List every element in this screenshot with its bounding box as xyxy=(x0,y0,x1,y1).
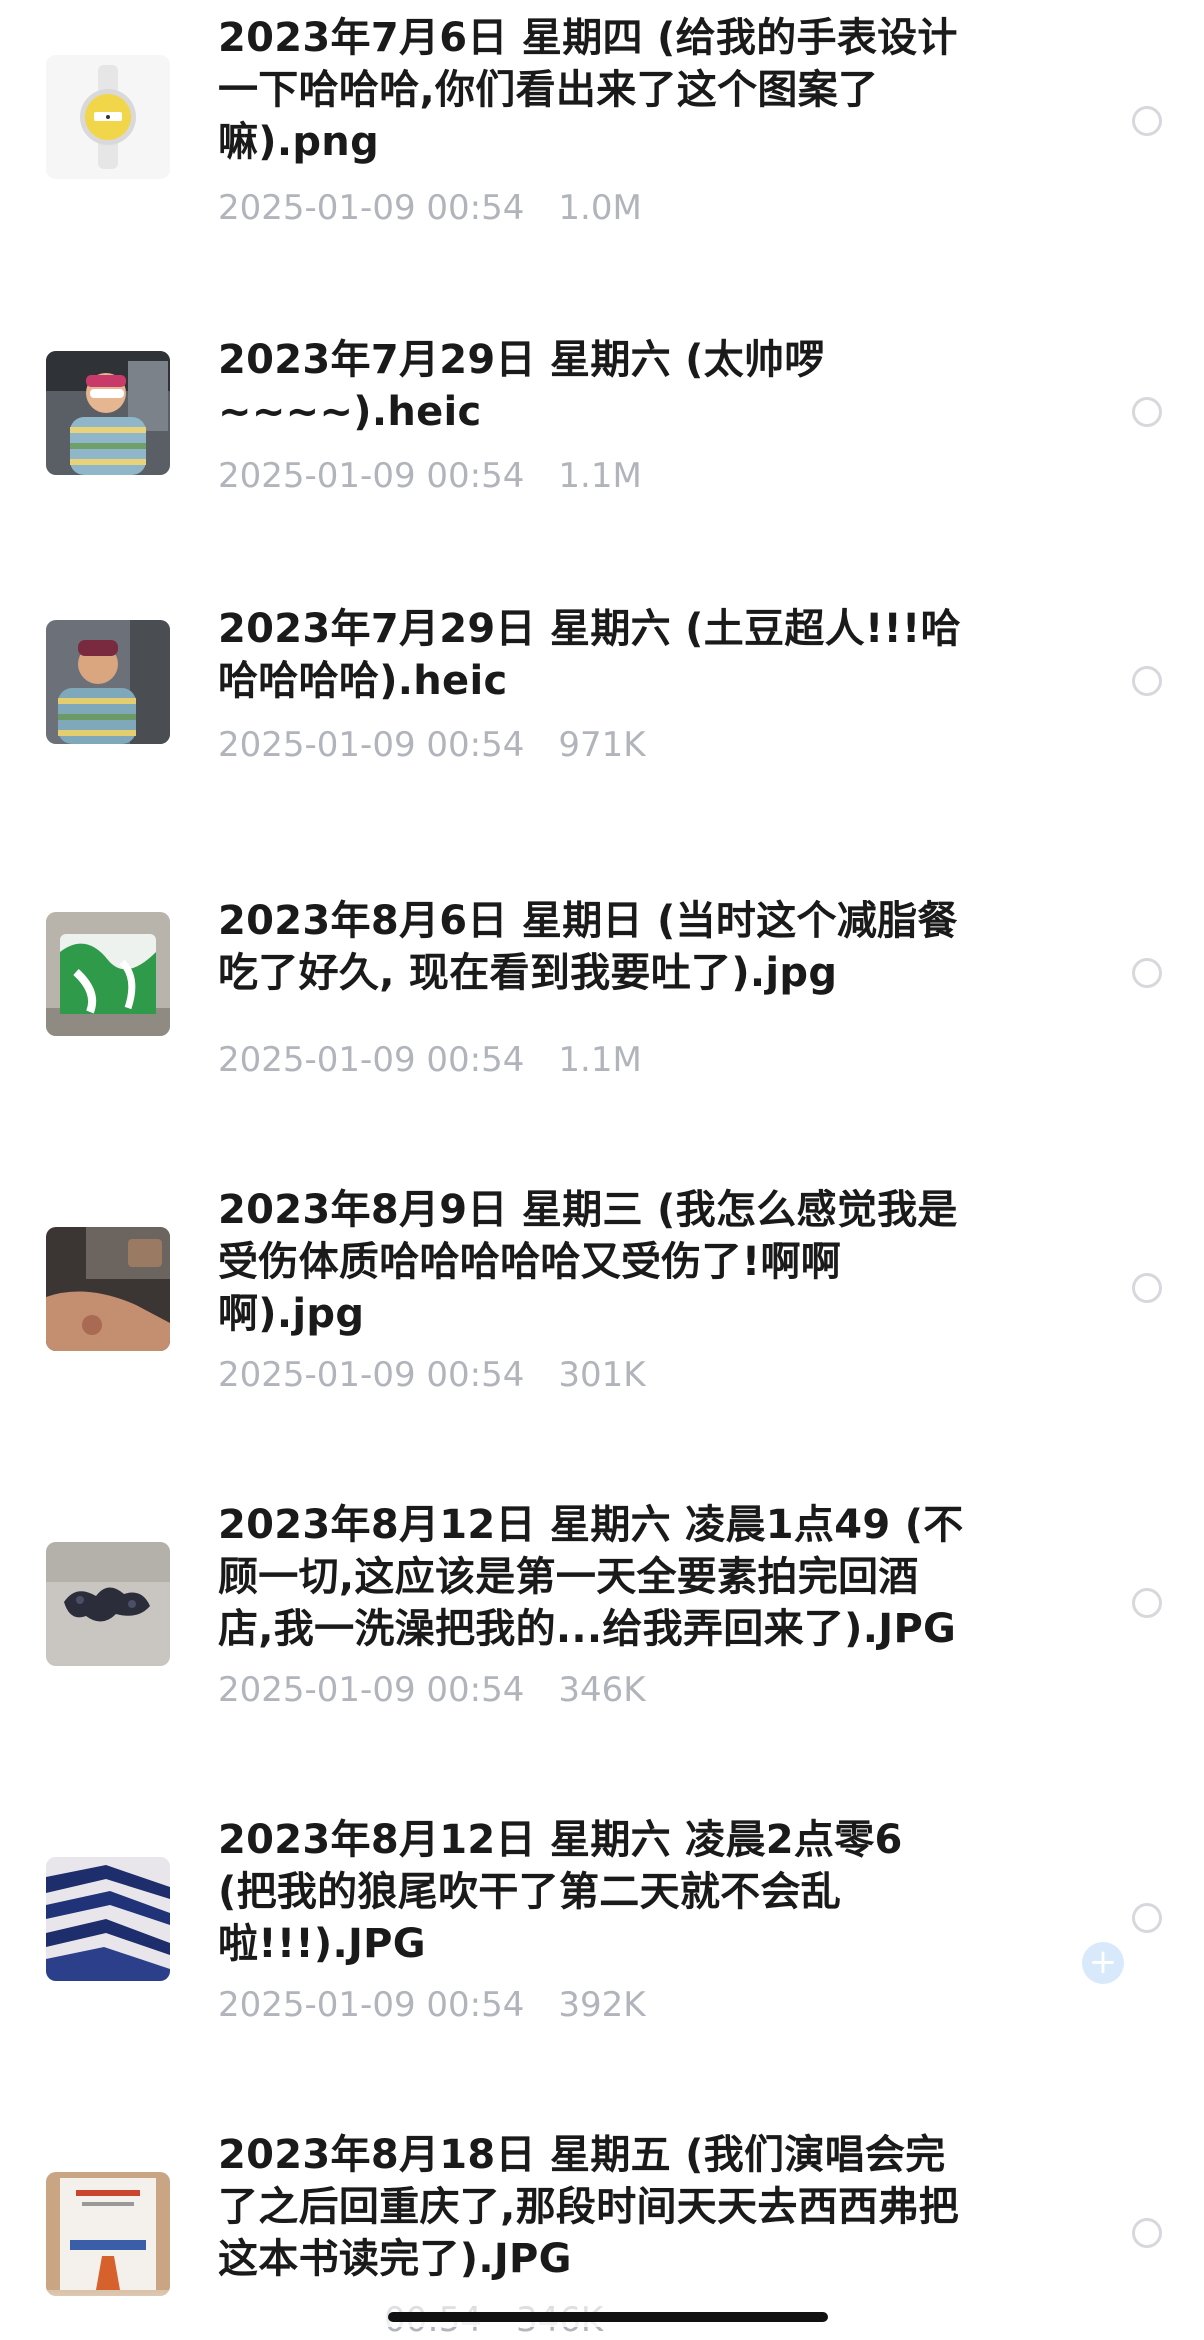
file-size: 971K xyxy=(558,725,646,765)
select-radio[interactable] xyxy=(1132,1903,1162,1933)
thumbnail-arm xyxy=(46,1227,170,1351)
file-name: 2023年8月6日 星期日 (当时这个减脂餐 吃了好久, 现在看到我要吐了).j… xyxy=(218,898,958,996)
file-date: 2025-01-09 00:54 xyxy=(218,1355,525,1395)
select-radio[interactable] xyxy=(1132,106,1162,136)
file-name: 2023年7月29日 星期六 (土豆超人!!!哈 哈哈哈哈).heic xyxy=(218,606,961,704)
file-size: 1.1M xyxy=(558,1040,642,1080)
thumbnail-dark-object xyxy=(46,1542,170,1666)
file-meta: 2025-01-09 00:54 1.1M xyxy=(218,1040,642,1080)
file-meta: 2025-01-09 00:54 301K xyxy=(218,1355,646,1395)
file-name: 2023年7月29日 星期六 (太帅啰 ~~~~).heic xyxy=(218,337,825,435)
file-date: 2025-01-09 00:54 xyxy=(218,1040,525,1080)
file-name: 2023年8月18日 星期五 (我们演唱会完 了之后回重庆了,那段时间天天去西西… xyxy=(218,2132,959,2282)
file-meta: 2025-01-09 00:54 346K xyxy=(218,1670,646,1710)
file-size: 392K xyxy=(558,1985,646,2025)
thumbnail-person-sunglasses xyxy=(46,351,170,475)
file-name: 2023年8月12日 星期六 凌晨1点49 (不 顾一切,这应该是第一天全要素拍… xyxy=(218,1502,964,1652)
file-name: 2023年8月12日 星期六 凌晨2点零6 (把我的狼尾吹干了第二天就不会乱 啦… xyxy=(218,1817,903,1967)
select-radio[interactable] xyxy=(1132,666,1162,696)
file-size: 1.0M xyxy=(558,188,642,228)
file-meta: 2025-01-09 00:54 1.1M xyxy=(218,456,642,496)
thumbnail-person-striped xyxy=(46,620,170,744)
file-date: 2025-01-09 00:54 xyxy=(218,1985,525,2025)
file-date: 2025-01-09 00:54 xyxy=(218,725,525,765)
thumbnail-blue-hair xyxy=(46,1857,170,1981)
file-list: 2023年7月6日 星期四 (给我的手表设计 一下哈哈哈,你们看出来了这个图案了… xyxy=(0,0,1204,2340)
file-meta: 2025-01-09 00:54 1.0M xyxy=(218,188,642,228)
file-size: 1.1M xyxy=(558,456,642,496)
file-name: 2023年8月9日 星期三 (我怎么感觉我是 受伤体质哈哈哈哈哈又受伤了!啊啊 … xyxy=(218,1187,958,1337)
file-size: 346K xyxy=(558,1670,646,1710)
file-size: 301K xyxy=(558,1355,646,1395)
file-meta: 2025-01-09 00:54 392K xyxy=(218,1985,646,2025)
file-name: 2023年7月6日 星期四 (给我的手表设计 一下哈哈哈,你们看出来了这个图案了… xyxy=(218,15,958,165)
file-meta: 2025-01-09 00:54 971K xyxy=(218,725,646,765)
thumbnail-green-bag xyxy=(46,912,170,1036)
thumbnail-watch xyxy=(46,55,170,179)
file-date: 2025-01-09 00:54 xyxy=(218,188,525,228)
select-radio[interactable] xyxy=(1132,397,1162,427)
thumbnail-book xyxy=(46,2172,170,2296)
home-indicator[interactable] xyxy=(388,2312,828,2322)
add-fab-icon[interactable]: + xyxy=(1082,1942,1124,1984)
select-radio[interactable] xyxy=(1132,1273,1162,1303)
file-date: 2025-01-09 00:54 xyxy=(218,1670,525,1710)
select-radio[interactable] xyxy=(1132,2218,1162,2248)
file-date: 2025-01-09 00:54 xyxy=(218,456,525,496)
select-radio[interactable] xyxy=(1132,1588,1162,1618)
select-radio[interactable] xyxy=(1132,958,1162,988)
